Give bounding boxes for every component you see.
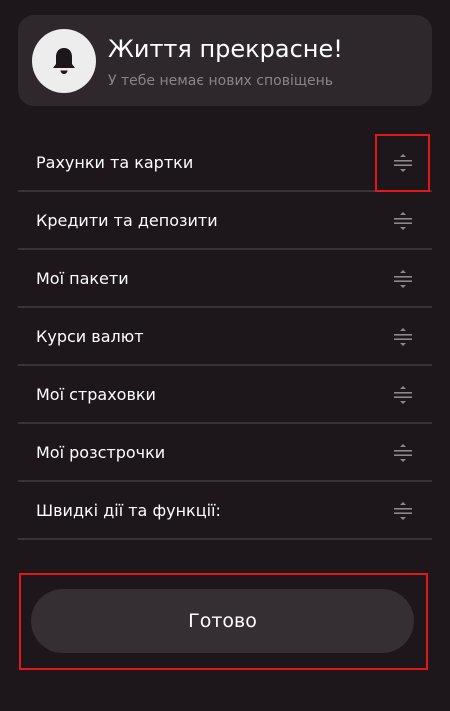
app-screen: Життя прекрасне! У тебе немає нових спов… [0, 0, 450, 711]
drag-handle-icon[interactable] [392, 268, 414, 290]
list-item-credits-deposits[interactable]: Кредити та депозити [18, 192, 432, 250]
list-item-label: Мої пакети [36, 269, 129, 288]
list-item-label: Рахунки та картки [36, 153, 194, 172]
list-item-my-packages[interactable]: Мої пакети [18, 250, 432, 308]
list-item-quick-actions[interactable]: Швидкі дії та функції: [18, 482, 432, 540]
bell-icon [53, 48, 75, 74]
notification-subtitle: У тебе немає нових сповіщень [108, 73, 334, 89]
drag-handle-icon[interactable] [392, 326, 414, 348]
sections-list: Рахунки та картки Кредити та депозити Мо… [18, 134, 432, 540]
done-button[interactable]: Готово [31, 589, 414, 653]
bell-avatar [32, 29, 96, 93]
drag-handle-icon[interactable] [392, 152, 414, 174]
list-item-my-insurances[interactable]: Мої страховки [18, 366, 432, 424]
drag-handle-icon[interactable] [392, 500, 414, 522]
drag-handle-icon[interactable] [392, 210, 414, 232]
list-item-exchange-rates[interactable]: Курси валют [18, 308, 432, 366]
drag-handle-icon[interactable] [392, 384, 414, 406]
list-item-label: Швидкі дії та функції: [36, 501, 221, 520]
notification-card[interactable]: Життя прекрасне! У тебе немає нових спов… [18, 15, 432, 106]
list-item-my-installments[interactable]: Мої розстрочки [18, 424, 432, 482]
list-item-label: Кредити та депозити [36, 211, 218, 230]
list-item-label: Курси валют [36, 327, 144, 346]
list-item-accounts-cards[interactable]: Рахунки та картки [18, 134, 432, 192]
list-item-label: Мої розстрочки [36, 443, 166, 462]
list-item-label: Мої страховки [36, 385, 156, 404]
notification-title: Життя прекрасне! [108, 35, 343, 63]
drag-handle-icon[interactable] [392, 442, 414, 464]
